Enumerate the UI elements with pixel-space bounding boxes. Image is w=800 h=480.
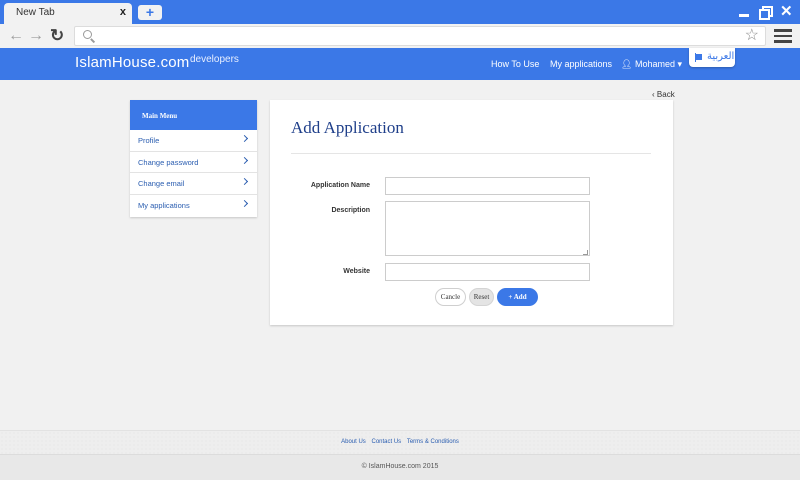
chevron-left-icon: ‹ [652, 90, 655, 99]
footer-link-terms[interactable]: Terms & Conditions [407, 439, 459, 445]
sidebar-menu: Main Menu Profile Change password Change… [130, 100, 257, 217]
nav-how-to-use[interactable]: How To Use [491, 59, 539, 69]
chevron-right-icon [240, 199, 249, 207]
reload-icon[interactable]: ↻ [50, 26, 64, 46]
address-bar[interactable]: ☆ [74, 26, 766, 46]
sidebar-item-my-applications[interactable]: My applications [130, 195, 257, 217]
language-button[interactable]: العربية [689, 48, 735, 67]
description-textarea[interactable] [385, 201, 590, 256]
plus-icon: + [145, 4, 155, 20]
sidebar-item-label: My applications [138, 200, 190, 210]
forward-arrow-icon[interactable]: → [28, 26, 44, 46]
sidebar-item-label: Profile [138, 136, 160, 145]
sidebar-item-profile[interactable]: Profile [130, 130, 257, 152]
logo-subtitle: developers [190, 54, 239, 65]
sidebar-item-label: Change email [138, 179, 185, 188]
footer-link-about[interactable]: About Us [341, 439, 366, 445]
add-button[interactable]: + Add [497, 288, 538, 306]
new-tab-button[interactable]: + [138, 4, 162, 20]
website-label: Website [343, 268, 370, 275]
footer-links: About Us Contact Us Terms & Conditions [0, 439, 800, 445]
application-name-input[interactable] [385, 177, 590, 195]
user-menu[interactable]: 👤︎ Mohamed ▾ [621, 59, 682, 70]
browser-tab-strip: New Tab x + ✕ [0, 0, 800, 24]
window-controls: ✕ [738, 4, 793, 20]
footer-copyright-bar: © IslamHouse.com 2015 [0, 454, 800, 480]
tab-close-icon[interactable]: x [120, 6, 126, 18]
browser-tab[interactable]: New Tab x [4, 3, 132, 24]
close-window-icon[interactable]: ✕ [780, 4, 793, 19]
tab-title: New Tab [16, 7, 55, 18]
cancel-button[interactable]: Cancle [435, 288, 466, 306]
application-name-label: Application Name [310, 182, 370, 189]
user-name: Mohamed ▾ [634, 59, 682, 69]
bookmark-star-icon[interactable]: ☆ [745, 27, 759, 45]
add-application-card: Add Application Application Name Descrip… [270, 100, 673, 325]
back-link-label: Back [656, 90, 675, 99]
browser-menu-icon[interactable] [774, 29, 792, 43]
minimize-icon[interactable] [738, 5, 750, 19]
page-title: Add Application [291, 118, 404, 137]
website-input[interactable] [385, 263, 590, 281]
search-icon [83, 30, 92, 39]
sidebar-item-change-password[interactable]: Change password [130, 152, 257, 173]
sidebar-item-change-email[interactable]: Change email [130, 173, 257, 195]
chevron-right-icon [240, 156, 249, 164]
language-label: العربية [707, 51, 735, 62]
site-logo[interactable]: IslamHouse.com [75, 54, 190, 71]
chevron-right-icon [240, 134, 249, 143]
back-link[interactable]: ‹ Back [652, 90, 675, 99]
sidebar-item-label: Change password [138, 157, 199, 167]
user-icon: 👤︎ [621, 59, 633, 69]
browser-toolbar: ← → ↻ ☆ [0, 24, 800, 48]
resize-grip-icon[interactable] [583, 250, 588, 255]
reset-button[interactable]: Reset [469, 288, 494, 306]
site-header: IslamHouse.com developers How To Use My … [0, 48, 800, 80]
sidebar-title: Main Menu [130, 100, 257, 130]
copyright-text: © IslamHouse.com 2015 [361, 463, 439, 470]
footer-link-contact[interactable]: Contact Us [371, 439, 401, 445]
flag-icon [695, 53, 702, 62]
back-arrow-icon[interactable]: ← [8, 26, 24, 46]
description-label: Description [331, 207, 370, 214]
chevron-right-icon [240, 177, 249, 186]
title-divider [291, 153, 651, 154]
nav-my-applications[interactable]: My applications [550, 59, 612, 69]
footer-links-bar: About Us Contact Us Terms & Conditions [0, 430, 800, 454]
maximize-icon[interactable] [759, 5, 773, 20]
